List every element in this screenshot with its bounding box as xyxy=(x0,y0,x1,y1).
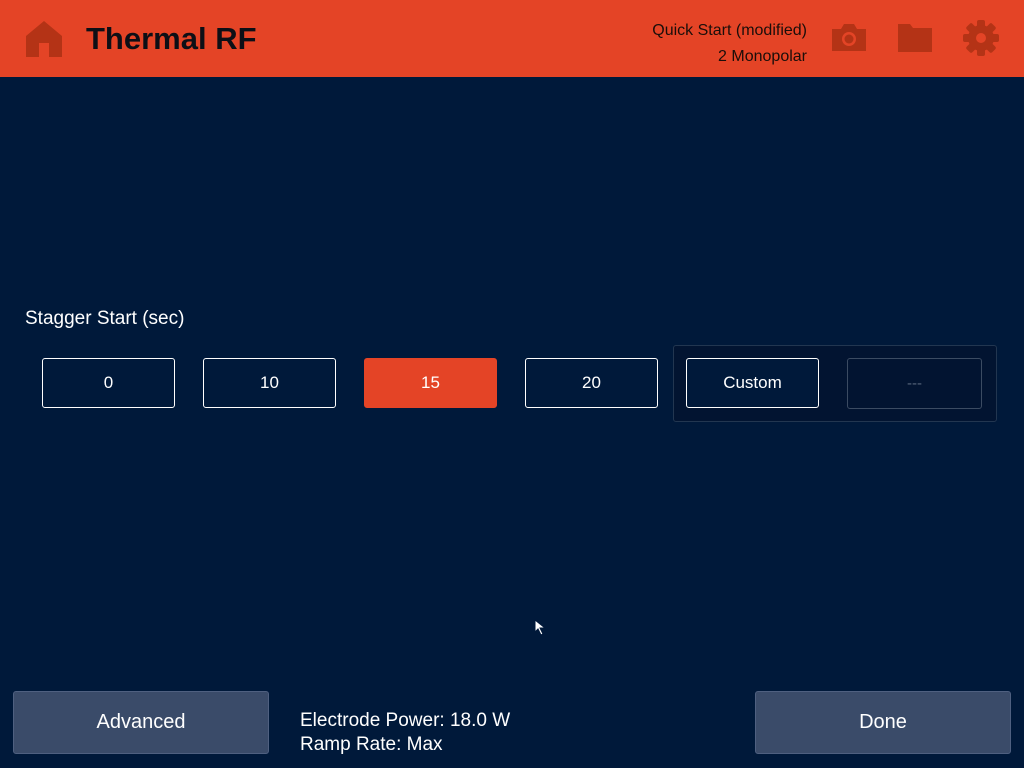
app-title: Thermal RF xyxy=(86,21,257,56)
status-readout: Electrode Power: 18.0 W Ramp Rate: Max xyxy=(300,709,510,757)
stagger-start-label: Stagger Start (sec) xyxy=(25,308,185,329)
advanced-button[interactable]: Advanced xyxy=(13,691,269,754)
preset-mode: 2 Monopolar xyxy=(718,48,807,65)
preset-name: Quick Start (modified) xyxy=(652,22,807,39)
done-button[interactable]: Done xyxy=(755,691,1011,754)
camera-button[interactable] xyxy=(829,18,869,58)
gear-icon xyxy=(963,20,999,56)
custom-value-field: --- xyxy=(847,358,982,409)
folder-icon xyxy=(898,24,932,52)
stagger-option-custom[interactable]: Custom xyxy=(686,358,819,408)
stagger-option-15[interactable]: 15 xyxy=(364,358,497,408)
home-button[interactable] xyxy=(22,17,66,61)
ramp-rate-text: Ramp Rate: Max xyxy=(300,734,443,755)
stagger-option-20[interactable]: 20 xyxy=(525,358,658,408)
screen: Thermal RF Quick Start (modified) 2 Mono… xyxy=(0,0,1024,768)
header-bar: Thermal RF Quick Start (modified) 2 Mono… xyxy=(0,0,1024,77)
preset-info: Quick Start (modified) 2 Monopolar xyxy=(652,18,807,70)
home-icon xyxy=(26,21,62,57)
camera-icon xyxy=(832,24,866,51)
folder-button[interactable] xyxy=(895,18,935,58)
electrode-power-text: Electrode Power: 18.0 W xyxy=(300,710,511,731)
mouse-cursor-icon xyxy=(534,619,547,636)
settings-button[interactable] xyxy=(961,18,1001,58)
stagger-option-0[interactable]: 0 xyxy=(42,358,175,408)
stagger-option-10[interactable]: 10 xyxy=(203,358,336,408)
